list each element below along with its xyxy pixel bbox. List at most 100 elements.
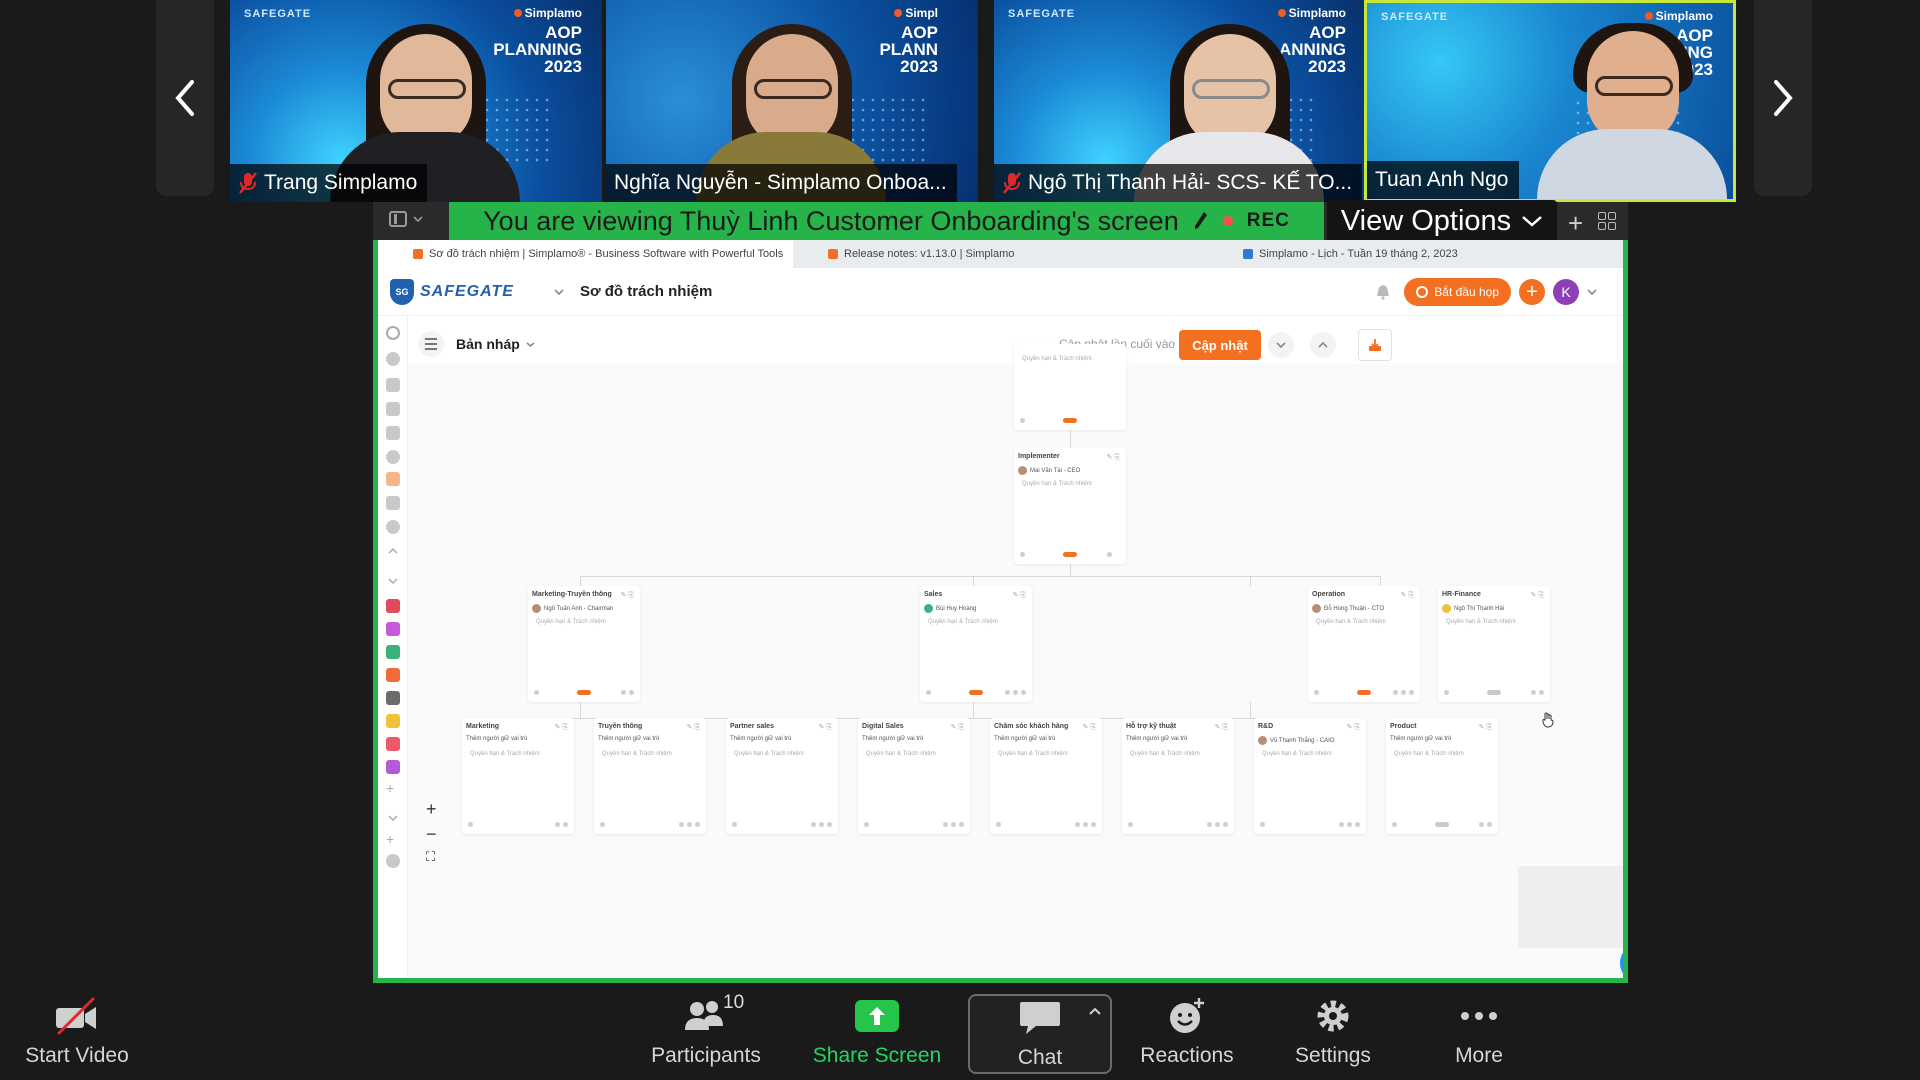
chevron-down-icon[interactable] bbox=[1587, 288, 1597, 296]
avatar bbox=[532, 604, 541, 613]
browser-tab[interactable]: Sơ đồ trách nhiệm | Simplamo® - Business… bbox=[378, 240, 793, 268]
target-icon[interactable] bbox=[386, 352, 400, 366]
org-node[interactable]: Sales ✎ ⎘ Bùi Huy Hoàng Quyền hạn & Trác… bbox=[920, 586, 1032, 702]
chevron-down-icon bbox=[413, 216, 423, 223]
support-chat-button[interactable] bbox=[1620, 943, 1623, 978]
video-tile-hai[interactable]: SAFEGATE Simplamo AOP PLANNING 2023 Ngô … bbox=[994, 0, 1366, 202]
clock-icon[interactable] bbox=[386, 450, 400, 464]
reactions-button[interactable]: Reactions bbox=[1122, 994, 1252, 1074]
bell-icon[interactable] bbox=[1370, 279, 1396, 305]
org-node[interactable]: Partner sales ✎ ⎘ Thêm người giữ vai trò… bbox=[726, 718, 838, 834]
participants-button[interactable]: 10 Participants bbox=[641, 992, 771, 1074]
node-edit-icon[interactable]: ✎ ⎘ bbox=[1531, 591, 1544, 600]
chevron-down-icon[interactable] bbox=[526, 341, 535, 348]
view-options-button[interactable]: View Options bbox=[1327, 200, 1557, 242]
video-tile-trang[interactable]: SAFEGATE Simplamo AOP PLANNING 2023 Tran… bbox=[230, 0, 602, 202]
search-icon[interactable] bbox=[386, 326, 400, 340]
app-shortcut-icon[interactable] bbox=[386, 737, 400, 751]
app-shortcut-icon[interactable] bbox=[386, 714, 400, 728]
zoom-out-button[interactable]: − bbox=[426, 824, 437, 845]
app-shortcut-icon[interactable] bbox=[386, 668, 400, 682]
org-node[interactable]: Quyền hạn & Trách nhiệm bbox=[1014, 344, 1126, 430]
gear-icon bbox=[1313, 994, 1353, 1038]
org-node[interactable]: Operation ✎ ⎘ Đỗ Hùng Thuận - CTO Quyền … bbox=[1308, 586, 1420, 702]
app-shortcut-icon[interactable] bbox=[386, 622, 400, 636]
more-button[interactable]: More bbox=[1414, 994, 1544, 1074]
side-by-side-toggle[interactable] bbox=[389, 211, 423, 227]
node-edit-icon[interactable]: ✎ ⎘ bbox=[819, 723, 832, 732]
settings-button[interactable]: Settings bbox=[1268, 994, 1398, 1074]
org-node[interactable]: Product ✎ ⎘ Thêm người giữ vai trò Quyền… bbox=[1386, 718, 1498, 834]
fit-view-icon[interactable]: ⛶ bbox=[426, 849, 437, 865]
node-edit-icon[interactable]: ✎ ⎘ bbox=[1083, 723, 1096, 732]
app-shortcut-icon[interactable] bbox=[386, 760, 400, 774]
org-chart-canvas[interactable]: Quyền hạn & Trách nhiệm Implementer ✎ ⎘ … bbox=[408, 344, 1623, 978]
gallery-prev-button[interactable] bbox=[156, 0, 214, 196]
browser-tab[interactable]: Release notes: v1.13.0 | Simplamo bbox=[793, 240, 1208, 268]
video-tile-nghia[interactable]: Simpl AOP PLANN 2023 Nghĩa Nguyễn - Simp… bbox=[606, 0, 978, 202]
chevron-down-icon[interactable] bbox=[554, 288, 564, 296]
chevron-down-icon[interactable] bbox=[386, 574, 400, 588]
org-node[interactable]: HR-Finance ✎ ⎘ Ngô Thị Thanh Hải Quyền h… bbox=[1438, 586, 1550, 702]
node-edit-icon[interactable]: ✎ ⎘ bbox=[1107, 453, 1120, 462]
app-shortcut-icon[interactable] bbox=[386, 691, 400, 705]
org-node[interactable]: Hỗ trợ kỹ thuật ✎ ⎘ Thêm người giữ vai t… bbox=[1122, 718, 1234, 834]
node-edit-icon[interactable]: ✎ ⎘ bbox=[555, 723, 568, 732]
chevron-down-icon[interactable] bbox=[1268, 332, 1294, 358]
avatar[interactable]: K bbox=[1553, 279, 1579, 305]
help-icon[interactable] bbox=[386, 854, 400, 868]
video-gallery: SAFEGATE Simplamo AOP PLANNING 2023 Tran… bbox=[0, 0, 1920, 204]
chevron-down-icon[interactable] bbox=[386, 811, 400, 825]
node-edit-icon[interactable]: ✎ ⎘ bbox=[621, 591, 634, 600]
app-shortcut-icon[interactable] bbox=[386, 645, 400, 659]
download-icon[interactable] bbox=[1358, 329, 1392, 361]
node-description: Quyền hạn & Trách nhiệm bbox=[866, 751, 936, 757]
gallery-next-button[interactable] bbox=[1754, 0, 1812, 196]
node-description: Quyền hạn & Trách nhiệm bbox=[1446, 619, 1516, 625]
chevron-up-icon[interactable] bbox=[1088, 1006, 1102, 1016]
chevron-up-icon[interactable] bbox=[386, 544, 400, 558]
chevron-up-icon[interactable] bbox=[1310, 332, 1336, 358]
grid-view-icon[interactable] bbox=[1598, 212, 1616, 230]
start-meeting-button[interactable]: Bắt đầu họp bbox=[1404, 278, 1511, 306]
settings-icon[interactable] bbox=[386, 520, 400, 534]
menu-icon[interactable] bbox=[418, 331, 444, 357]
node-person: Thêm người giữ vai trò bbox=[1126, 736, 1188, 742]
node-edit-icon[interactable]: ✎ ⎘ bbox=[1479, 723, 1492, 732]
add-button[interactable]: + bbox=[1519, 279, 1545, 305]
plus-icon[interactable]: + bbox=[1568, 208, 1583, 239]
minimap[interactable] bbox=[1518, 866, 1623, 948]
zoom-in-button[interactable]: + bbox=[426, 799, 437, 820]
org-node[interactable]: Digital Sales ✎ ⎘ Thêm người giữ vai trò… bbox=[858, 718, 970, 834]
version-select[interactable]: Bản nháp bbox=[456, 336, 520, 352]
start-video-button[interactable]: Start Video bbox=[12, 994, 142, 1074]
video-tile-tuan-anh[interactable]: SAFEGATE Simplamo AOP LANNING 2023 Tuan … bbox=[1364, 0, 1736, 202]
node-edit-icon[interactable]: ✎ ⎘ bbox=[1347, 723, 1360, 732]
share-screen-button[interactable]: Share Screen bbox=[812, 994, 942, 1074]
node-edit-icon[interactable]: ✎ ⎘ bbox=[1013, 591, 1026, 600]
node-edit-icon[interactable]: ✎ ⎘ bbox=[1215, 723, 1228, 732]
org-node[interactable]: Implementer ✎ ⎘ Mai Văn Tài - CEO Quyền … bbox=[1014, 448, 1126, 564]
update-button[interactable]: Cập nhật bbox=[1179, 330, 1261, 360]
participants-icon: 10 bbox=[683, 992, 744, 1038]
message-icon[interactable] bbox=[386, 496, 400, 510]
node-edit-icon[interactable]: ✎ ⎘ bbox=[951, 723, 964, 732]
briefcase-icon[interactable] bbox=[386, 426, 400, 440]
org-node[interactable]: Marketing ✎ ⎘ Thêm người giữ vai trò Quy… bbox=[462, 718, 574, 834]
apps-icon[interactable] bbox=[386, 378, 400, 392]
org-node[interactable]: Chăm sóc khách hàng ✎ ⎘ Thêm người giữ v… bbox=[990, 718, 1102, 834]
pencil-icon[interactable] bbox=[1193, 210, 1209, 232]
plus-icon[interactable]: + bbox=[386, 831, 400, 847]
edit-icon[interactable] bbox=[386, 402, 400, 416]
org-node[interactable]: Marketing-Truyền thông ✎ ⎘ Ngô Tuấn Anh … bbox=[528, 586, 640, 702]
chat-button[interactable]: Chat bbox=[968, 994, 1112, 1074]
browser-tab[interactable]: Simplamo - Lịch - Tuần 19 tháng 2, 2023 bbox=[1208, 240, 1623, 268]
plus-icon[interactable]: + bbox=[386, 780, 400, 796]
app-logo[interactable]: SG SAFEGATE bbox=[390, 278, 514, 305]
org-node[interactable]: R&D ✎ ⎘ Vũ Thanh Thắng - CAIO Quyền hạn … bbox=[1254, 718, 1366, 834]
node-edit-icon[interactable]: ✎ ⎘ bbox=[687, 723, 700, 732]
node-edit-icon[interactable]: ✎ ⎘ bbox=[1401, 591, 1414, 600]
org-node[interactable]: Truyền thông ✎ ⎘ Thêm người giữ vai trò … bbox=[594, 718, 706, 834]
org-chart-icon[interactable] bbox=[386, 472, 400, 486]
app-shortcut-icon[interactable] bbox=[386, 599, 400, 613]
